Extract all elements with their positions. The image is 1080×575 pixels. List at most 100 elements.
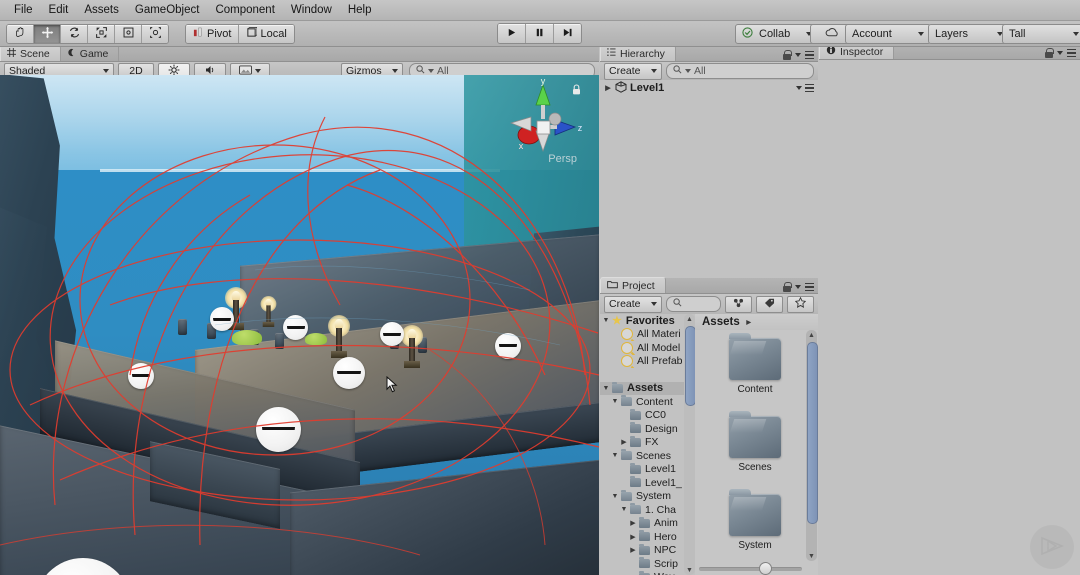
hierarchy-search-input[interactable]: All	[666, 63, 814, 79]
audio-source-gizmo[interactable]	[495, 333, 521, 359]
audio-source-gizmo[interactable]	[333, 357, 365, 389]
project-tree-item[interactable]: Scrip	[600, 557, 695, 571]
menu-item-file[interactable]: File	[6, 1, 41, 20]
filter-by-label-button[interactable]	[756, 296, 783, 313]
project-tree-item[interactable]: All Prefab	[600, 355, 695, 369]
asset-item[interactable]: Content	[723, 338, 787, 395]
projection-mode-label[interactable]: Persp	[548, 153, 577, 165]
collab-dropdown[interactable]: Collab	[735, 24, 819, 44]
scale-tool-button[interactable]	[88, 25, 115, 43]
menu-item-help[interactable]: Help	[340, 1, 380, 20]
tab-scene[interactable]: Scene	[0, 45, 61, 61]
project-tree-item[interactable]: ▶Hero	[600, 530, 695, 544]
options-menu-icon[interactable]	[805, 283, 814, 291]
lock-icon[interactable]	[1045, 48, 1053, 58]
pivot-group: Pivot Local	[185, 24, 295, 44]
project-create-button[interactable]: Create	[604, 296, 662, 313]
project-tree-item[interactable]: ▶NPC	[600, 544, 695, 558]
menu-item-window[interactable]: Window	[283, 1, 340, 20]
project-tree-item[interactable]: Design	[600, 422, 695, 436]
project-tree-item[interactable]: ▼System	[600, 490, 695, 504]
chevron-down-icon[interactable]: ▼	[620, 506, 628, 513]
tab-game[interactable]: Game	[61, 46, 120, 61]
chevron-down-icon[interactable]: ▼	[611, 493, 619, 500]
chevron-right-icon[interactable]: ▶	[604, 84, 612, 92]
local-button[interactable]: Local	[239, 25, 293, 43]
slider-knob[interactable]	[759, 562, 772, 575]
project-tree-item[interactable]: ▼★Favorites	[600, 314, 695, 328]
audio-source-gizmo[interactable]	[380, 322, 404, 346]
project-asset-grid[interactable]: Assets ▶ Content Scenes System ▲	[695, 314, 818, 575]
audio-source-gizmo[interactable]	[283, 315, 308, 340]
chevron-right-icon[interactable]: ▶	[629, 533, 637, 541]
hierarchy-row-level1[interactable]: ▶ Level1	[600, 80, 818, 96]
audio-source-gizmo[interactable]	[210, 307, 234, 331]
chevron-right-icon[interactable]: ▶	[629, 519, 637, 527]
asset-item[interactable]: Scenes	[723, 416, 787, 473]
menu-item-component[interactable]: Component	[207, 1, 282, 20]
layout-dropdown[interactable]: Tall	[1002, 24, 1080, 44]
project-tree-item[interactable]: ▼1. Cha	[600, 503, 695, 517]
project-tree-item[interactable]: Way	[600, 571, 695, 575]
chevron-down-icon[interactable]: ▼	[602, 385, 610, 392]
project-tree-item[interactable]: ▼Content	[600, 395, 695, 409]
pause-button[interactable]	[526, 24, 554, 43]
scene-lock-icon[interactable]	[572, 84, 581, 98]
play-button[interactable]	[498, 24, 526, 43]
pivot-button[interactable]: Pivot	[186, 25, 239, 43]
rect-tool-button[interactable]	[115, 25, 142, 43]
lock-icon[interactable]	[783, 50, 791, 60]
scroll-down-arrow[interactable]: ▼	[806, 551, 817, 561]
breadcrumb-assets[interactable]: Assets	[702, 316, 740, 328]
asset-zoom-slider[interactable]	[699, 563, 802, 574]
project-tree-item[interactable]: ▼Assets	[600, 382, 695, 396]
favorite-star-button[interactable]	[787, 296, 814, 313]
tab-hierarchy[interactable]: Hierarchy	[600, 45, 676, 61]
project-tree-item[interactable]: Level1_	[600, 476, 695, 490]
menu-item-edit[interactable]: Edit	[41, 1, 77, 20]
asset-grid-scroll-thumb[interactable]	[807, 342, 818, 524]
scroll-up-arrow[interactable]: ▲	[684, 314, 695, 324]
asset-grid-scrollbar[interactable]: ▲ ▼	[806, 330, 817, 561]
chevron-right-icon[interactable]: ▶	[629, 546, 637, 554]
project-tree-scrollbar[interactable]: ▲ ▼	[684, 314, 695, 575]
options-menu-icon[interactable]	[805, 51, 814, 59]
chevron-down-icon[interactable]: ▼	[602, 317, 610, 324]
project-tree-scroll-thumb[interactable]	[685, 326, 695, 406]
lock-icon[interactable]	[783, 282, 791, 292]
chevron-right-icon[interactable]: ▶	[620, 438, 628, 446]
tab-project[interactable]: Project	[600, 277, 666, 293]
project-tree-item[interactable]: Level1	[600, 463, 695, 477]
scene-options-menu-icon[interactable]	[805, 84, 814, 92]
post-1	[178, 319, 187, 335]
scroll-up-arrow[interactable]: ▲	[806, 330, 817, 340]
filter-by-type-button[interactable]	[725, 296, 752, 313]
hierarchy-create-button[interactable]: Create	[604, 63, 662, 80]
project-tree[interactable]: ▼★Favorites All Materi All Model All Pre…	[600, 314, 695, 575]
chevron-down-icon[interactable]: ▼	[611, 398, 619, 405]
project-tree-item[interactable]: ▶Anim	[600, 517, 695, 531]
move-arrows-icon	[41, 26, 54, 42]
audio-source-gizmo[interactable]	[256, 407, 301, 452]
project-search-input[interactable]	[666, 296, 721, 312]
project-tree-item[interactable]: All Materi	[600, 328, 695, 342]
asset-item[interactable]: System	[723, 494, 787, 551]
scroll-down-arrow[interactable]: ▼	[684, 565, 695, 575]
scene-viewport[interactable]: y z x Persp	[0, 75, 599, 575]
layers-dropdown[interactable]: Layers	[928, 24, 1010, 44]
project-tree-item[interactable]: ▼Scenes	[600, 449, 695, 463]
project-tree-item[interactable]: CC0	[600, 409, 695, 423]
menu-item-assets[interactable]: Assets	[76, 1, 127, 20]
menu-item-gameobject[interactable]: GameObject	[127, 1, 208, 20]
account-dropdown[interactable]: Account	[845, 24, 931, 44]
chevron-down-icon[interactable]: ▼	[611, 452, 619, 459]
project-tree-item[interactable]: All Model	[600, 341, 695, 355]
rotate-tool-button[interactable]	[61, 25, 88, 43]
project-tree-item[interactable]: ▶FX	[600, 436, 695, 450]
audio-source-gizmo[interactable]	[128, 363, 154, 389]
step-button[interactable]	[554, 24, 581, 43]
transform-tool-button[interactable]	[142, 25, 168, 43]
hand-tool-button[interactable]	[7, 25, 34, 43]
move-tool-button[interactable]	[34, 25, 61, 43]
options-menu-icon[interactable]	[1067, 49, 1076, 57]
